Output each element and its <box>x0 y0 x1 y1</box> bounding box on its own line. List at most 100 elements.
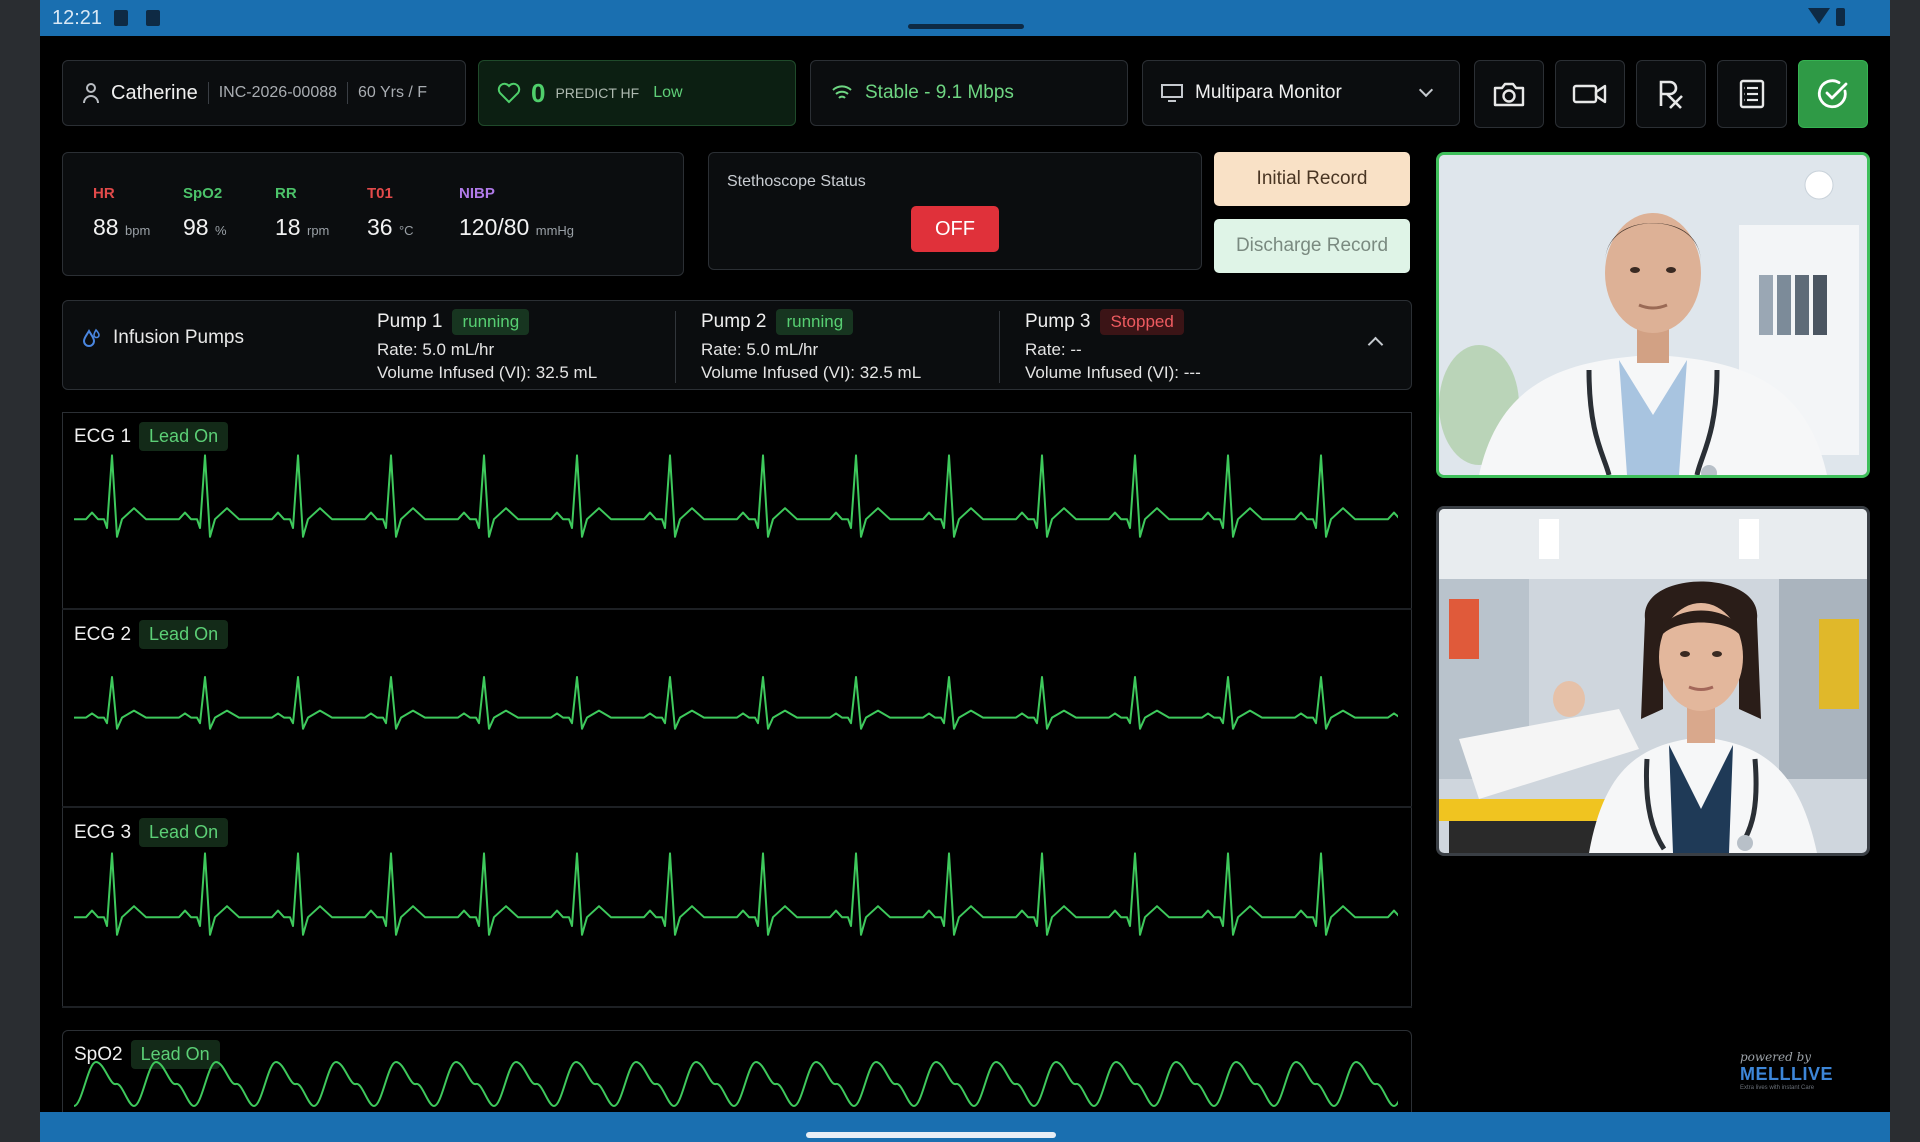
predict-label: PREDICT HF <box>555 85 640 101</box>
patient-age-sex: 60 Yrs / F <box>358 84 428 101</box>
infusion-drop-icon <box>82 328 100 347</box>
divider <box>675 311 676 383</box>
pump-volume: Volume Infused (VI): 32.5 mL <box>377 363 598 382</box>
pump-status-badge: running <box>452 309 530 335</box>
complete-button[interactable] <box>1798 60 1868 128</box>
check-circle-icon <box>1817 79 1848 109</box>
person-icon <box>81 82 101 104</box>
ecg-trace <box>74 676 1398 730</box>
spo2-pleth-waveform <box>74 1060 1398 1108</box>
pump-rate: Rate: 5.0 mL/hr <box>701 340 819 359</box>
camera-button[interactable] <box>1474 60 1544 128</box>
vital-hr: HR 88 bpm <box>93 185 150 241</box>
patient-info-card[interactable]: Catherine INC-2026-00088 60 Yrs / F <box>62 60 466 126</box>
predict-level: Low <box>653 84 683 101</box>
pump-rate: Rate: -- <box>1025 340 1082 359</box>
notes-button[interactable] <box>1717 60 1787 128</box>
powered-by-text: powered by <box>1740 1050 1812 1064</box>
chevron-down-icon <box>1418 82 1434 98</box>
wifi-icon <box>832 85 852 99</box>
stethoscope-toggle-button[interactable]: OFF <box>911 206 999 252</box>
vital-label: HR <box>93 185 115 202</box>
prescription-button[interactable] <box>1636 60 1706 128</box>
vital-label: SpO2 <box>183 185 223 202</box>
sd-card-icon <box>146 10 160 26</box>
incident-id: INC-2026-00088 <box>218 84 338 101</box>
waveform-label-ecg2: ECG 2 Lead On <box>74 620 229 649</box>
vital-unit: % <box>214 223 227 238</box>
ecg2-waveform <box>74 676 1398 730</box>
network-status-card: Stable - 9.1 Mbps <box>810 60 1128 126</box>
doctor-video-feed <box>1439 155 1867 475</box>
pump-rate: Rate: 5.0 mL/hr <box>377 340 495 359</box>
brand-tagline: Extra lives with instant Care <box>1740 1085 1815 1091</box>
home-gesture-handle[interactable] <box>806 1132 1056 1138</box>
wifi-signal-icon <box>1808 8 1830 24</box>
vital-label: T01 <box>367 185 393 202</box>
network-status-text: Stable - 9.1 Mbps <box>865 82 1014 103</box>
brand-logo: MELLLIVE <box>1740 1064 1833 1084</box>
vital-nibp: NIBP 120/80 mmHg <box>459 185 574 241</box>
infusion-header: Infusion Pumps <box>81 327 244 349</box>
pump-name: Pump 2 <box>701 311 767 332</box>
pump-name: Pump 1 <box>377 311 443 332</box>
vital-label: RR <box>275 185 297 202</box>
patient-name: Catherine <box>111 81 198 104</box>
vital-value: 18 <box>275 214 301 240</box>
vital-value: 36 <box>367 214 393 240</box>
clock: 12:21 <box>52 7 103 29</box>
video-call-button[interactable] <box>1555 60 1625 128</box>
monitor-select[interactable]: Multipara Monitor <box>1142 60 1460 126</box>
divider <box>347 82 349 104</box>
predict-hf-card[interactable]: 0 PREDICT HF Low <box>478 60 796 126</box>
pleth-trace <box>74 1060 1398 1108</box>
ecg-trace <box>74 852 1398 936</box>
pump-volume: Volume Infused (VI): 32.5 mL <box>701 363 922 382</box>
vital-unit: bpm <box>124 223 151 238</box>
ecg1-waveform <box>74 454 1398 538</box>
powered-by-logo: powered by MELLLIVE Extra lives with ins… <box>1740 1050 1833 1091</box>
stethoscope-title: Stethoscope Status <box>727 173 866 190</box>
remote-doctor-video[interactable] <box>1436 152 1870 478</box>
vital-spo2: SpO2 98 % <box>183 185 227 241</box>
vital-unit: rpm <box>306 223 330 238</box>
vital-unit: mmHg <box>535 223 575 238</box>
discharge-record-button[interactable]: Discharge Record <box>1214 219 1410 273</box>
divider <box>207 82 209 104</box>
divider <box>999 311 1000 383</box>
monitor-selected-value: Multipara Monitor <box>1195 82 1342 103</box>
waveform-name: ECG 2 <box>74 623 132 645</box>
infusion-pumps-panel: Infusion Pumps Pump 1 running Rate: 5.0 m… <box>62 300 1412 390</box>
vital-value: 120/80 <box>459 214 530 240</box>
prescription-icon <box>1659 80 1683 109</box>
lead-status-badge: Lead On <box>139 620 229 649</box>
vital-label: NIBP <box>459 185 495 202</box>
vitals-card: HR 88 bpm SpO2 98 % RR 18 rpm T01 36 °C … <box>62 152 684 276</box>
chevron-up-icon[interactable] <box>1367 336 1384 353</box>
initial-record-button[interactable]: Initial Record <box>1214 152 1410 206</box>
infusion-title: Infusion Pumps <box>113 327 244 348</box>
system-status-bar: 12:21 <box>40 0 1890 36</box>
vital-rr: RR 18 rpm <box>275 185 329 241</box>
pump-volume: Volume Infused (VI): --- <box>1025 363 1201 382</box>
pump-2[interactable]: Pump 2 running Rate: 5.0 mL/hr Volume Inf… <box>701 307 921 385</box>
pump-1[interactable]: Pump 1 running Rate: 5.0 mL/hr Volume Inf… <box>377 307 597 385</box>
pump-name: Pump 3 <box>1025 311 1091 332</box>
vital-value: 98 <box>183 214 209 240</box>
monitor-icon <box>1161 84 1183 102</box>
predict-score: 0 <box>531 77 546 108</box>
battery-icon <box>1836 8 1845 26</box>
field-medic-video[interactable] <box>1436 506 1870 856</box>
heart-icon <box>497 82 521 104</box>
divider <box>62 1006 1412 1008</box>
stethoscope-status-card: Stethoscope Status OFF <box>708 152 1202 270</box>
pump-status-badge: Stopped <box>1100 309 1184 335</box>
pump-3[interactable]: Pump 3 Stopped Rate: -- Volume Infused (V… <box>1025 307 1201 385</box>
vital-temperature: T01 36 °C <box>367 185 414 241</box>
divider <box>62 608 1412 610</box>
system-navigation-bar <box>40 1112 1890 1142</box>
vital-value: 88 <box>93 214 119 240</box>
vital-unit: °C <box>398 223 414 238</box>
ecg-trace <box>74 454 1398 538</box>
pump-status-badge: running <box>776 309 854 335</box>
